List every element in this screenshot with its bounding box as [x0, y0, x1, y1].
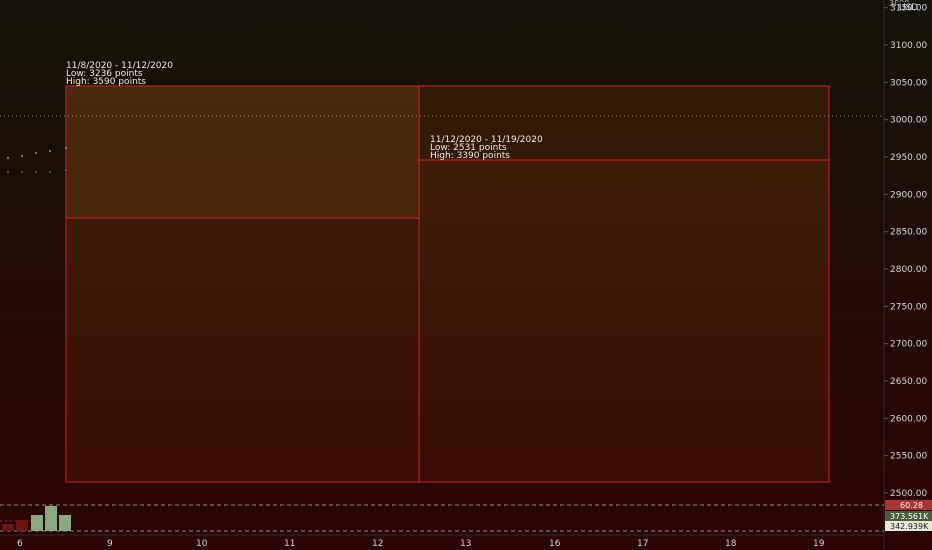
price-tick-label: 2600.00 — [890, 414, 927, 424]
date-label: 12 — [372, 539, 383, 549]
volume-label: 342.939K — [890, 522, 929, 531]
price-tick-label: 3100.00 — [890, 41, 927, 51]
volume-axis: 60.28 373.561K342.939K — [885, 500, 932, 531]
price-tick-label: 2800.00 — [890, 265, 927, 275]
price-tick-label: 3000.00 — [890, 116, 927, 126]
date-label: 6 — [17, 539, 23, 549]
price-axis[interactable]: 3750.003700.003650.003600.003550.003450.… — [884, 0, 927, 499]
price-tick-label: 3050.00 — [890, 78, 927, 88]
date-range-box-2[interactable]: 11/12/2020 - 11/19/2020 Low: 2531 points… — [418, 85, 830, 483]
indicator-dots-left — [7, 147, 67, 173]
date-label: 9 — [107, 539, 113, 549]
volume-bar — [45, 506, 57, 531]
box-1-high-text: High: 3590 points — [66, 77, 146, 87]
date-label: 18 — [725, 539, 737, 549]
volume-bar — [16, 520, 28, 531]
price-tick-label: 2500.00 — [890, 489, 927, 499]
volume-bar — [59, 515, 71, 531]
price-tick-label: 2650.00 — [890, 377, 927, 387]
chart-canvas[interactable]: 11/8/2020 - 11/12/2020 Low: 3236 points … — [0, 0, 932, 550]
volume-label: 373.561K — [890, 512, 929, 521]
date-label: 16 — [549, 539, 561, 549]
price-tick-label: 2900.00 — [890, 190, 927, 200]
box-2-high-text: High: 3390 points — [430, 151, 510, 161]
date-label: 10 — [196, 539, 208, 549]
volume-bar — [31, 515, 43, 531]
date-label: 17 — [637, 539, 648, 549]
price-tick-label: 2950.00 — [890, 153, 927, 163]
price-tick-label: 3150.00 — [890, 4, 927, 14]
volume-bar — [2, 524, 14, 531]
price-tick-label: 2550.00 — [890, 452, 927, 462]
date-label: 19 — [813, 539, 825, 549]
price-tick-label: 2700.00 — [890, 340, 927, 350]
volume-label-clipped: 60.28 — [900, 501, 923, 510]
date-label: 11 — [284, 539, 295, 549]
date-range-box-1[interactable]: 11/8/2020 - 11/12/2020 Low: 3236 points … — [65, 61, 420, 483]
price-tick-label: 2750.00 — [890, 302, 927, 312]
date-range-box-1-upper — [65, 85, 420, 219]
date-label: 13 — [460, 539, 471, 549]
date-axis[interactable]: 6 9 10 11 12 13 16 17 18 19 — [17, 539, 825, 549]
volume-bars — [2, 506, 71, 531]
price-tick-label: 2850.00 — [890, 228, 927, 238]
